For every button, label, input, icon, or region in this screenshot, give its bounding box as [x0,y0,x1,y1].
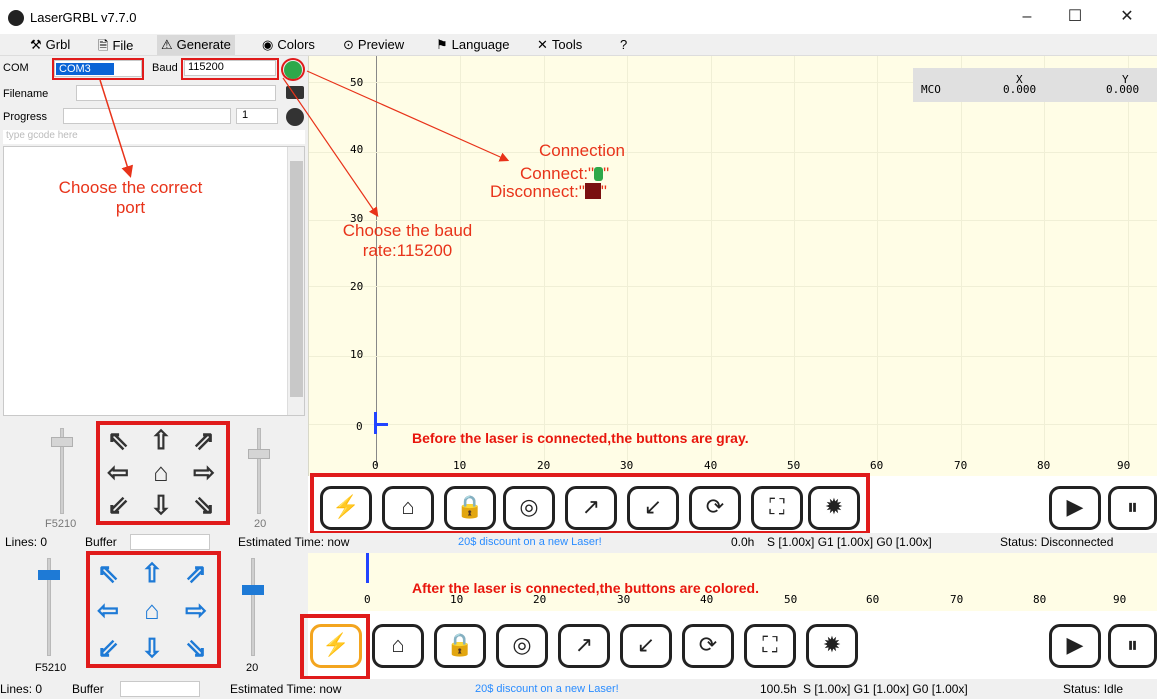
speed-value-connected: F5210 [35,662,67,674]
jog-left-icon[interactable]: ⇦ [90,592,126,628]
annotation-connection: Connection [538,141,625,160]
power-slider-track-connected[interactable] [251,558,255,656]
center-button[interactable]: ◎ [503,486,555,530]
jog-up-icon[interactable]: ⇧ [134,555,170,591]
plug-connected-icon [594,167,604,181]
focus-button[interactable]: ⛶ [751,486,803,530]
jog-up-right-icon[interactable]: ⇗ [178,555,214,591]
corner-button[interactable]: ↗ [565,486,617,530]
buffer-bar [130,534,210,550]
play-button-connected[interactable]: ▶ [1049,624,1101,668]
status-bar-bottom: Lines: 0 Buffer Estimated Time: now 20$ … [0,679,1157,699]
center-button-connected[interactable]: ◎ [496,624,548,668]
annotation-after: After the laser is connected,the buttons… [412,580,759,596]
buffer-bar-connected [120,681,200,697]
jog-up-left-icon[interactable]: ⇖ [90,555,126,591]
reset-button[interactable]: ↙ [627,486,679,530]
plug-disconnected-icon [584,183,601,199]
annotation-port: Choose the correct port [58,178,203,217]
jog-right-icon[interactable]: ⇨ [178,592,214,628]
unlock-button[interactable]: 🔒 [444,486,496,530]
corner-button-connected[interactable]: ↗ [558,624,610,668]
jog-down-right-icon[interactable]: ⇘ [178,630,214,666]
home-button-connected[interactable]: ⌂ [372,624,424,668]
light-button-connected[interactable]: ✹ [806,624,858,668]
laser-fire-button-connected[interactable]: ⚡ [310,624,362,668]
reset-button-connected[interactable]: ↙ [620,624,672,668]
unlock-button-connected[interactable]: 🔒 [434,624,486,668]
light-button[interactable]: ✹ [808,486,860,530]
pause-button-connected[interactable]: ⏸ [1108,624,1157,668]
frame-button[interactable]: ⟳ [689,486,741,530]
annotation-baud: Choose the baud rate:115200 [342,221,473,260]
status-bar-top: Lines: 0 Buffer Estimated Time: now 20$ … [0,533,1157,553]
play-button[interactable]: ▶ [1049,486,1101,530]
status-text: Status: Disconnected [1000,535,1114,549]
power-slider-knob-connected[interactable] [242,585,264,595]
frame-button-connected[interactable]: ⟳ [682,624,734,668]
laser-fire-button[interactable]: ⚡ [320,486,372,530]
home-button[interactable]: ⌂ [382,486,434,530]
origin-marker-connected [366,553,369,583]
promo-link[interactable]: 20$ discount on a new Laser! [458,536,602,548]
home-icon[interactable]: ⌂ [134,592,170,628]
power-value-connected: 20 [246,662,259,674]
focus-button-connected[interactable]: ⛶ [744,624,796,668]
jog-down-left-icon[interactable]: ⇙ [90,630,126,666]
annotation-before: Before the laser is connected,the button… [412,430,749,446]
speed-slider-knob-connected[interactable] [38,570,60,580]
annotation-disconnect: Disconnect:" " [490,182,607,201]
status-text-connected: Status: Idle [1063,682,1124,696]
promo-link-connected[interactable]: 20$ discount on a new Laser! [475,683,619,695]
pause-button[interactable]: ⏸ [1108,486,1157,530]
annotation-connect: Connect:" " [520,164,610,183]
jog-down-icon[interactable]: ⇩ [134,630,170,666]
